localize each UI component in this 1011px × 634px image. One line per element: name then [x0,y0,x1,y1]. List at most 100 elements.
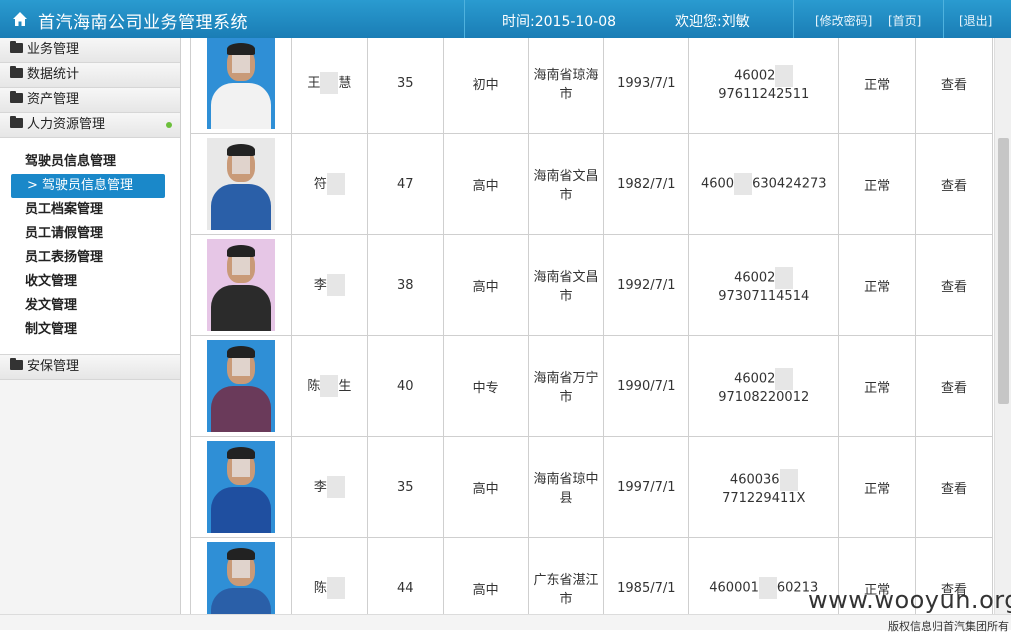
photo-cell [190,335,292,437]
id-cell: 4600297108220012 [688,335,840,437]
action-cell[interactable]: 查看 [915,38,993,134]
age-cell: 47 [366,133,444,235]
copyright-text: 版权信息归首汽集团所有 [888,620,1009,633]
origin-cell: 海南省文昌市 [527,234,605,336]
redaction [775,64,794,87]
status-cell: 正常 [838,133,917,235]
age-cell: 40 [366,335,444,437]
active-indicator-icon [166,122,172,128]
id-cell: 4600 630424273 [688,133,840,235]
action-cell[interactable]: 查看 [915,335,993,437]
education-cell: 初中 [442,38,529,134]
sidebar: 业务管理 数据统计 资产管理 人力资源管理 驾驶员信息管理 > 驾驶员信息管理 … [0,38,181,630]
welcome-user: 欢迎您:刘敏 [675,14,750,30]
driver-photo [206,441,275,533]
view-link[interactable]: 查看 [941,179,967,194]
status-cell: 正常 [838,436,917,538]
submenu-commendation[interactable]: 员工表扬管理 [0,246,180,270]
status-cell: 正常 [838,38,917,134]
menu-hr[interactable]: 人力资源管理 [0,113,180,138]
name-cell: 李 [290,436,368,538]
menu-security[interactable]: 安保管理 [0,355,180,380]
menu-assets[interactable]: 资产管理 [0,88,180,113]
menu-business[interactable]: 业务管理 [0,38,180,63]
name-cell: 王慧 [290,38,368,134]
redaction [779,468,798,491]
age-cell: 35 [366,436,444,538]
header-divider [464,0,465,38]
folder-icon [10,41,23,53]
watermark: www.wooyun.org [808,586,1011,614]
view-link[interactable]: 查看 [941,482,967,497]
folder-icon [10,91,23,103]
view-link[interactable]: 查看 [941,78,967,93]
menu-label: 数据统计 [27,67,80,82]
education-cell: 高中 [442,436,529,538]
redaction [320,375,339,398]
submenu-employee-files[interactable]: 员工档案管理 [0,198,180,222]
redaction [775,367,794,390]
folder-icon [10,358,23,370]
action-cell[interactable]: 查看 [915,133,993,235]
view-link[interactable]: 查看 [941,280,967,295]
header-divider [793,0,794,38]
vertical-scrollbar[interactable] [994,38,1011,618]
folder-icon [10,66,23,78]
menu-statistics[interactable]: 数据统计 [0,63,180,88]
status-cell: 正常 [838,335,917,437]
submenu-incoming-docs[interactable]: 收文管理 [0,270,180,294]
driver-photo [206,138,275,230]
name-cell: 符 [290,133,368,235]
home-link[interactable]: [首页] [888,12,921,29]
submenu-leave[interactable]: 员工请假管理 [0,222,180,246]
name-cell: 李 [290,234,368,336]
id-cell: 4600297307114514 [688,234,840,336]
driver-photo [206,239,275,331]
origin-cell: 海南省琼海市 [527,38,605,134]
redaction [734,173,753,195]
scrollbar-thumb[interactable] [998,138,1009,404]
app-header: 首汽海南公司业务管理系统 时间:2015-10-08 欢迎您:刘敏 [修改密码]… [0,0,1011,38]
photo-cell [190,436,292,538]
redaction [326,577,345,600]
id-cell: 4600297611242511 [688,38,840,134]
submenu-draft-docs[interactable]: 制文管理 [0,318,180,342]
submenu-driver-info-active[interactable]: > 驾驶员信息管理 [11,174,165,198]
date-cell: 1993/7/1 [603,38,690,134]
table-row: 王慧 35 初中 海南省琼海市 1993/7/1 460029761124251… [190,38,993,134]
submenu-outgoing-docs[interactable]: 发文管理 [0,294,180,318]
main-content: 王慧 35 初中 海南省琼海市 1993/7/1 460029761124251… [181,38,1011,630]
origin-cell: 海南省琼中县 [527,436,605,538]
age-cell: 38 [366,234,444,336]
menu-label: 业务管理 [27,42,80,57]
view-link[interactable]: 查看 [941,381,967,396]
table-row: 符 47 高中 海南省文昌市 1982/7/1 4600 630424273 正常… [190,133,993,235]
menu-label: 安保管理 [27,359,80,374]
origin-cell: 海南省万宁市 [527,335,605,437]
menu-label: 人力资源管理 [27,117,106,132]
action-cell[interactable]: 查看 [915,436,993,538]
redaction [326,173,345,196]
education-cell: 高中 [442,234,529,336]
home-icon[interactable] [12,11,28,27]
logout-link[interactable]: [退出] [959,12,992,29]
header-divider [943,0,944,38]
redaction [775,266,794,289]
education-cell: 高中 [442,133,529,235]
action-cell[interactable]: 查看 [915,234,993,336]
redaction [326,274,345,297]
redaction [320,72,339,95]
date-cell: 1990/7/1 [603,335,690,437]
photo-cell [190,133,292,235]
redaction [758,577,777,599]
date-cell: 1992/7/1 [603,234,690,336]
folder-icon [10,116,23,128]
date-cell: 1982/7/1 [603,133,690,235]
current-time: 时间:2015-10-08 [502,14,617,30]
status-cell: 正常 [838,234,917,336]
hr-submenu: 驾驶员信息管理 > 驾驶员信息管理 员工档案管理 员工请假管理 员工表扬管理 收… [0,138,180,355]
table-row: 李 35 高中 海南省琼中县 1997/7/1 460036771229411X… [190,436,993,538]
submenu-driver-info[interactable]: 驾驶员信息管理 [0,150,180,174]
change-password-link[interactable]: [修改密码] [815,12,872,29]
footer: 版权信息归首汽集团所有 [0,614,1011,633]
